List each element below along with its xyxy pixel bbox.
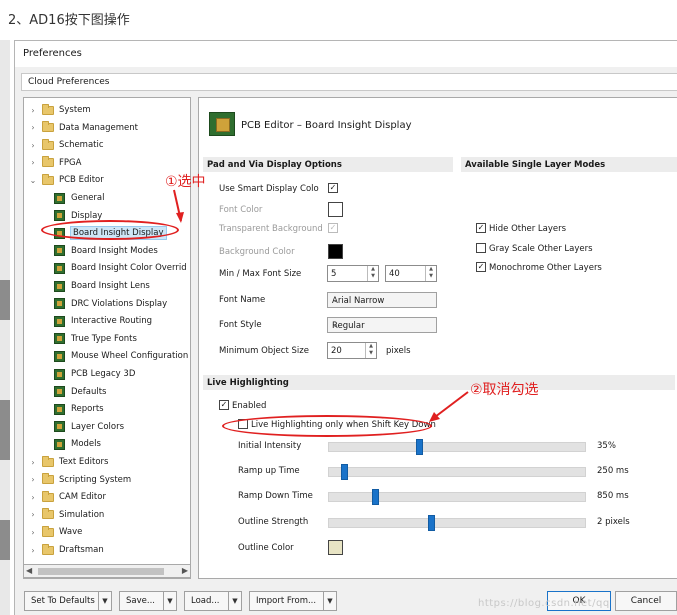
watermark: https://blog.csdn.net/qq — [478, 598, 610, 609]
annotation-arrows — [173, 189, 469, 422]
screenshot-root: 2、AD16按下图操作 Preferences Cloud Preference… — [0, 0, 677, 615]
annotation-arrowhead-select — [176, 212, 184, 223]
annotation-select-text: ①选中 — [165, 174, 206, 190]
annotation-uncheck-text: ②取消勾选 — [470, 382, 539, 398]
